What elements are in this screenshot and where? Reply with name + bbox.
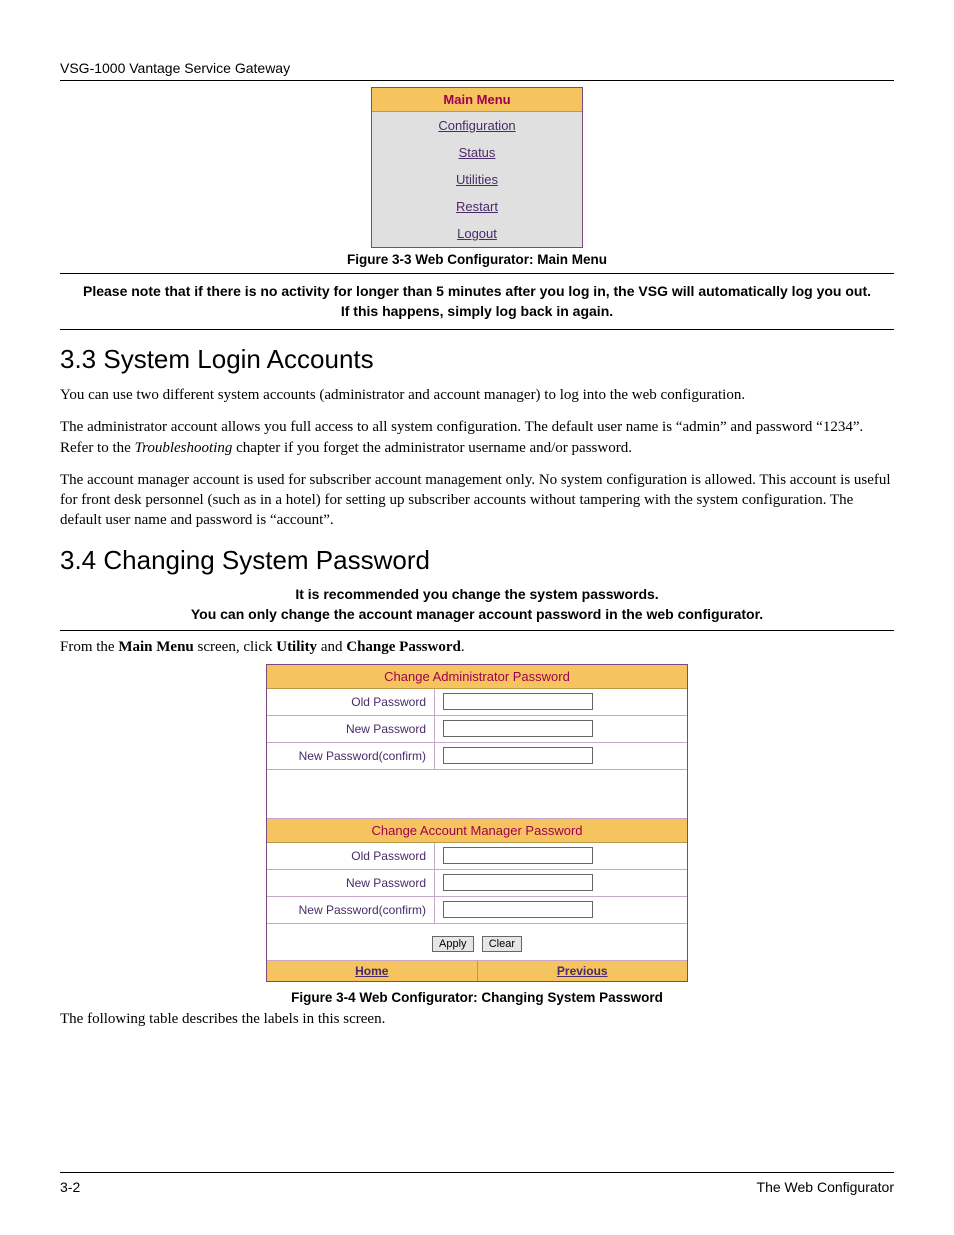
instruction-line: From the Main Menu screen, click Utility… [60,639,894,656]
apply-button[interactable]: Apply [432,936,474,952]
admin-new-password-input[interactable] [443,720,593,737]
para-3-3-2: The administrator account allows you ful… [60,417,894,458]
accountmgr-new-password-label: New Password [267,870,435,896]
admin-password-title: Change Administrator Password [267,665,687,689]
accountmgr-confirm-password-label: New Password(confirm) [267,897,435,923]
admin-new-password-row: New Password [267,716,687,743]
figure-3-3-caption: Figure 3-3 Web Configurator: Main Menu [60,252,894,267]
page-footer: 3-2 The Web Configurator [60,1172,894,1195]
admin-old-password-label: Old Password [267,689,435,715]
footer-chapter-title: The Web Configurator [757,1179,894,1195]
recommend-line-2: You can only change the account manager … [60,606,894,631]
accountmgr-confirm-password-input[interactable] [443,901,593,918]
accountmgr-old-password-input[interactable] [443,847,593,864]
instr-b3: Change Password [346,639,461,655]
instr-post: . [461,639,465,655]
heading-3-4: 3.4 Changing System Password [60,545,894,576]
para-3-3-1: You can use two different system account… [60,385,894,405]
menu-link-logout[interactable]: Logout [372,220,582,247]
menu-link-status[interactable]: Status [372,139,582,166]
admin-new-password-label: New Password [267,716,435,742]
accountmgr-password-title: Change Account Manager Password [267,819,687,843]
instr-b1: Main Menu [118,639,193,655]
inactivity-note: Please note that if there is no activity… [60,273,894,330]
admin-old-password-input[interactable] [443,693,593,710]
document-header: VSG-1000 Vantage Service Gateway [60,60,894,81]
accountmgr-confirm-password-row: New Password(confirm) [267,897,687,924]
accountmgr-new-password-row: New Password [267,870,687,897]
heading-3-3: 3.3 System Login Accounts [60,344,894,375]
button-row: Apply Clear [267,924,687,961]
main-menu-figure: Main Menu Configuration Status Utilities… [371,87,583,248]
panel-spacer [267,770,687,819]
accountmgr-new-password-input[interactable] [443,874,593,891]
menu-link-utilities[interactable]: Utilities [372,166,582,193]
previous-link[interactable]: Previous [477,961,688,981]
accountmgr-old-password-label: Old Password [267,843,435,869]
table-intro-text: The following table describes the labels… [60,1011,894,1028]
main-menu-title: Main Menu [372,88,582,112]
admin-confirm-password-label: New Password(confirm) [267,743,435,769]
footer-page-number: 3-2 [60,1179,80,1195]
nav-row: Home Previous [267,961,687,981]
menu-link-configuration[interactable]: Configuration [372,112,582,139]
para-3-3-2-italic: Troubleshooting [135,440,233,456]
instr-mid2: and [317,639,346,655]
admin-old-password-row: Old Password [267,689,687,716]
change-password-figure: Change Administrator Password Old Passwo… [266,664,688,982]
instr-b2: Utility [276,639,317,655]
recommend-line-1: It is recommended you change the system … [60,586,894,602]
menu-link-restart[interactable]: Restart [372,193,582,220]
instr-mid1: screen, click [194,639,276,655]
admin-confirm-password-row: New Password(confirm) [267,743,687,770]
clear-button[interactable]: Clear [482,936,522,952]
admin-confirm-password-input[interactable] [443,747,593,764]
figure-3-4-caption: Figure 3-4 Web Configurator: Changing Sy… [60,990,894,1005]
para-3-3-2b: chapter if you forget the administrator … [232,440,632,456]
accountmgr-old-password-row: Old Password [267,843,687,870]
instr-pre: From the [60,639,118,655]
para-3-3-3: The account manager account is used for … [60,470,894,531]
home-link[interactable]: Home [267,961,477,981]
